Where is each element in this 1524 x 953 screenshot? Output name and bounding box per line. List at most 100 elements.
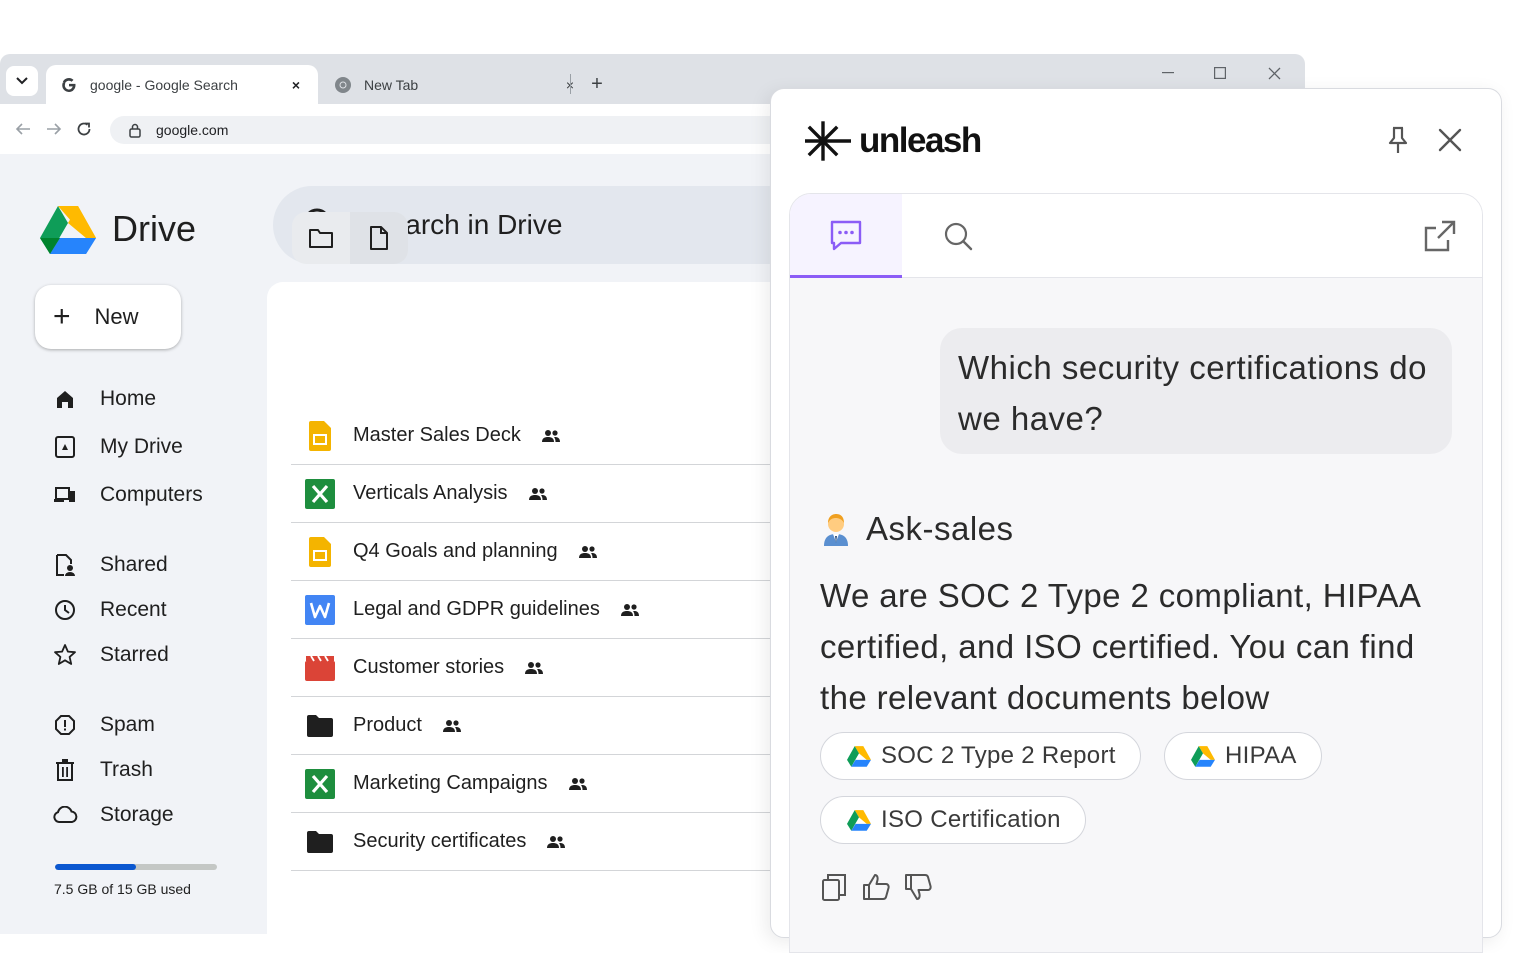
google-icon	[60, 76, 78, 94]
chevron-down-icon	[16, 77, 28, 85]
tab-google-search[interactable]: google - Google Search ×	[46, 65, 318, 104]
shared-people-icon	[524, 661, 544, 675]
tab-title: New Tab	[364, 76, 419, 93]
back-arrow-icon[interactable]	[12, 118, 34, 140]
view-toggle	[292, 212, 408, 264]
sheets-file-icon	[305, 478, 335, 509]
tab-search-button[interactable]	[6, 66, 38, 96]
app-name: Drive	[112, 208, 197, 249]
sidebar-item-starred[interactable]: Starred	[52, 637, 169, 673]
file-row[interactable]: Q4 Goals and planning	[291, 523, 791, 581]
reload-icon[interactable]	[73, 118, 95, 140]
files-view-button[interactable]	[350, 212, 408, 264]
file-row[interactable]: Product	[291, 697, 791, 755]
source-chip-iso[interactable]: ISO Certification	[820, 796, 1086, 844]
chrome-icon	[334, 76, 352, 94]
url-text: google.com	[156, 122, 229, 138]
new-button-label: New	[94, 304, 139, 329]
minimize-icon[interactable]	[1153, 62, 1183, 84]
thumbs-up-icon[interactable]	[862, 872, 890, 902]
new-tab-button[interactable]: +	[585, 72, 609, 96]
folder-file-icon	[305, 711, 335, 741]
close-icon[interactable]	[1435, 125, 1465, 155]
shared-people-icon	[528, 487, 548, 501]
shared-people-icon	[568, 777, 588, 791]
star-icon	[52, 642, 78, 668]
agent-answer: We are SOC 2 Type 2 compliant, HIPAA cer…	[820, 577, 1420, 716]
sidebar-item-label: Shared	[100, 553, 168, 576]
address-bar[interactable]: google.com	[110, 116, 810, 144]
my-drive-icon	[52, 434, 78, 460]
unleash-logo: unleash	[805, 121, 982, 161]
answer-actions	[820, 872, 932, 902]
file-name: Master Sales Deck	[353, 424, 521, 446]
chip-label: HIPAA	[1225, 742, 1297, 769]
window-close-icon[interactable]	[1259, 62, 1289, 84]
search-icon	[944, 222, 973, 251]
google-drive-icon	[847, 746, 871, 767]
docs-file-icon	[305, 594, 335, 625]
file-row[interactable]: Marketing Campaigns	[291, 755, 791, 813]
unleash-tabs	[790, 194, 1482, 278]
pin-icon[interactable]	[1383, 125, 1413, 155]
storage-progress-fill	[55, 864, 136, 870]
unleash-panel: unleash Which security certifications do…	[770, 88, 1502, 953]
source-chip-hipaa[interactable]: HIPAA	[1164, 732, 1322, 780]
thumbs-down-icon[interactable]	[904, 872, 932, 902]
copy-icon[interactable]	[820, 872, 848, 902]
file-outline-icon	[370, 226, 388, 250]
storage-usage-text: 7.5 GB of 15 GB used	[54, 881, 191, 897]
home-icon	[52, 386, 78, 412]
open-external-icon[interactable]	[1420, 216, 1460, 256]
file-row[interactable]: Legal and GDPR guidelines	[291, 581, 791, 639]
new-button[interactable]: + New	[35, 285, 181, 349]
sheets-file-icon	[305, 768, 335, 799]
trash-icon	[52, 757, 78, 783]
sidebar-item-my-drive[interactable]: My Drive	[52, 429, 183, 465]
file-row[interactable]: Verticals Analysis	[291, 465, 791, 523]
sidebar-item-storage[interactable]: Storage	[52, 797, 174, 833]
file-row[interactable]: Customer stories	[291, 639, 791, 697]
maximize-icon[interactable]	[1205, 62, 1235, 84]
file-row[interactable]: Security certificates	[291, 813, 791, 871]
close-icon[interactable]: ×	[288, 77, 304, 93]
sidebar-item-computers[interactable]: Computers	[52, 477, 203, 513]
shared-people-icon	[442, 719, 462, 733]
tab-title: google - Google Search	[90, 76, 238, 93]
sidebar-item-home[interactable]: Home	[52, 381, 156, 417]
file-row[interactable]: Master Sales Deck	[291, 407, 791, 465]
sidebar-item-trash[interactable]: Trash	[52, 752, 153, 788]
tab-chat[interactable]	[790, 194, 902, 278]
sidebar-item-label: Starred	[100, 643, 169, 666]
chip-label: ISO Certification	[881, 806, 1061, 833]
file-name: Q4 Goals and planning	[353, 540, 558, 562]
slides-file-icon	[305, 420, 335, 451]
file-name: Security certificates	[353, 830, 527, 852]
file-name: Customer stories	[353, 656, 505, 678]
folders-view-button[interactable]	[292, 212, 350, 264]
sidebar-item-label: Recent	[100, 598, 167, 621]
sidebar-item-label: Storage	[100, 803, 174, 826]
sidebar-item-label: Trash	[100, 758, 153, 781]
unleash-brand: unleash	[859, 121, 982, 160]
shared-people-icon	[546, 835, 566, 849]
file-name: Marketing Campaigns	[353, 772, 548, 794]
sidebar-item-spam[interactable]: Spam	[52, 707, 155, 743]
folder-outline-icon	[309, 229, 333, 248]
agent-header: Ask-sales	[820, 510, 1014, 548]
sidebar-item-recent[interactable]: Recent	[52, 592, 167, 628]
drive-logo[interactable]: Drive	[40, 204, 196, 254]
tab-search[interactable]	[902, 194, 1014, 278]
user-question-bubble: Which security certifications do we have…	[940, 328, 1452, 454]
shared-people-icon	[620, 603, 640, 617]
file-name: Product	[353, 714, 422, 736]
sidebar-item-shared[interactable]: Shared	[52, 547, 168, 583]
file-name: Legal and GDPR guidelines	[353, 598, 600, 620]
unleash-chat-area: Which security certifications do we have…	[789, 193, 1483, 953]
google-drive-icon	[1191, 746, 1215, 767]
tab-new-tab[interactable]: New Tab ×	[320, 65, 592, 104]
shared-people-icon	[578, 545, 598, 559]
lock-icon	[128, 122, 144, 138]
source-chip-soc2[interactable]: SOC 2 Type 2 Report	[820, 732, 1141, 780]
forward-arrow-icon[interactable]	[43, 118, 65, 140]
